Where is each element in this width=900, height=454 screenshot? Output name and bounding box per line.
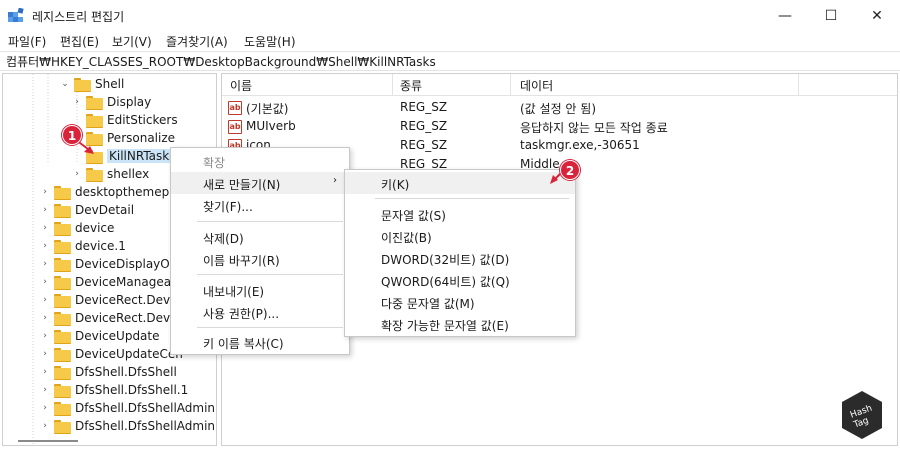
step-badge-1: 1: [62, 125, 82, 145]
annotation-arrows: [75, 139, 563, 184]
step-badge-2: 2: [560, 160, 580, 180]
hashtag-logo-icon: Hash Tag: [842, 391, 882, 439]
